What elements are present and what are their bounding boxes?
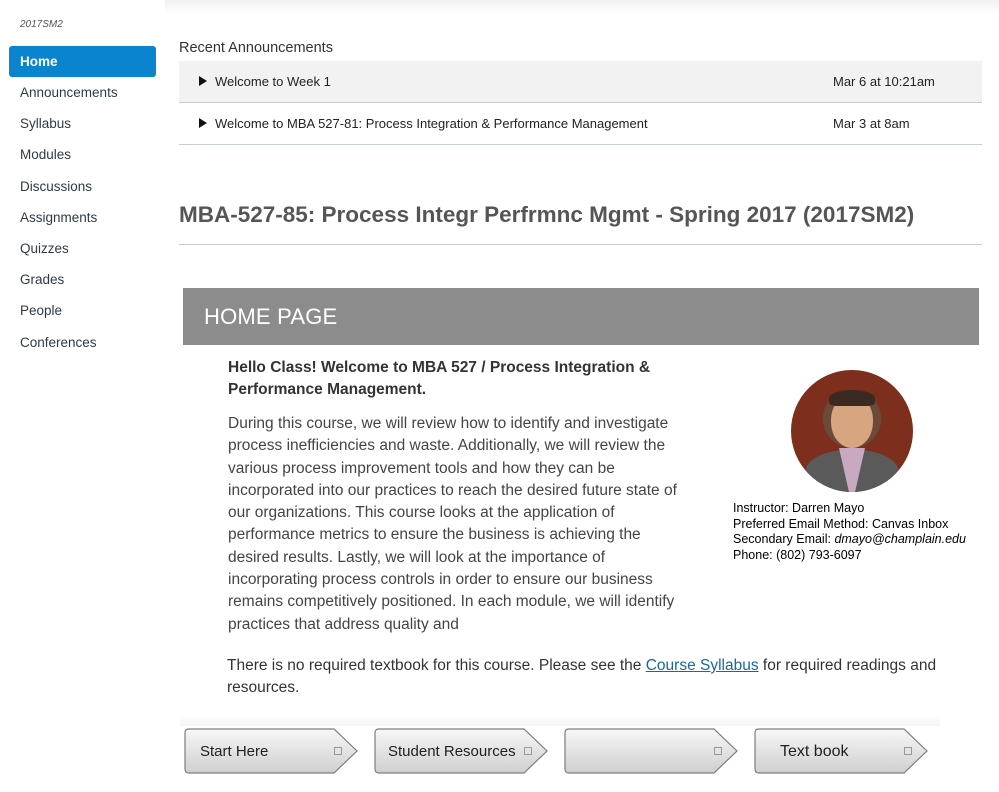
recent-announcements-heading: Recent Announcements [179, 40, 333, 56]
secondary-email-line: Secondary Email: dmayo@champlain.edu [733, 532, 966, 548]
announcement-title[interactable]: Welcome to MBA 527-81: Process Integrati… [215, 116, 648, 131]
announcement-date: Mar 3 at 8am [833, 116, 910, 131]
welcome-heading: Hello Class! Welcome to MBA 527 / Proces… [228, 359, 651, 398]
sidebar-item-conferences[interactable]: Conferences [9, 327, 156, 358]
sidebar-item-people[interactable]: People [9, 295, 156, 326]
external-link-icon [524, 747, 532, 755]
photo-hair [829, 390, 875, 406]
expand-triangle-icon[interactable] [199, 118, 207, 128]
announcement-row[interactable]: Welcome to Week 1 Mar 6 at 10:21am [179, 61, 982, 103]
external-link-icon [334, 747, 342, 755]
blank-arrow-button[interactable] [564, 728, 738, 774]
student-resources-button[interactable]: Student Resources [374, 728, 548, 774]
instructor-phone: Phone: (802) 793-6097 [733, 547, 862, 562]
announcement-row[interactable]: Welcome to MBA 527-81: Process Integrati… [179, 103, 982, 145]
course-description: During this course, we will review how t… [228, 415, 677, 633]
term-label: 2017SM2 [20, 19, 63, 30]
expand-triangle-icon[interactable] [199, 76, 207, 86]
sidebar-item-discussions[interactable]: Discussions [9, 171, 156, 202]
banner-title: HOME PAGE [204, 304, 338, 329]
secondary-email-label: Secondary Email: [733, 532, 835, 546]
button-label: Start Here [200, 743, 269, 760]
course-syllabus-link[interactable]: Course Syllabus [646, 657, 759, 674]
announcement-date: Mar 6 at 10:21am [833, 74, 935, 89]
sidebar-item-grades[interactable]: Grades [9, 264, 156, 295]
sidebar-item-quizzes[interactable]: Quizzes [9, 233, 156, 264]
button-label: Student Resources [388, 743, 516, 760]
textbook-note: There is no required textbook for this c… [227, 655, 977, 699]
instructor-photo [791, 370, 913, 492]
textbook-note-before: There is no required textbook for this c… [227, 657, 646, 674]
course-nav: Home Announcements Syllabus Modules Disc… [9, 46, 156, 358]
sidebar-item-syllabus[interactable]: Syllabus [9, 108, 156, 139]
instructor-info: Instructor: Darren Mayo Preferred Email … [733, 501, 966, 563]
text-book-button[interactable]: Text book [754, 728, 928, 774]
button-row-background [180, 716, 940, 726]
sidebar-item-assignments[interactable]: Assignments [9, 202, 156, 233]
sidebar-item-home[interactable]: Home [9, 46, 156, 77]
home-page-banner: HOME PAGE [183, 288, 979, 345]
secondary-email: dmayo@champlain.edu [834, 532, 966, 546]
start-here-button[interactable]: Start Here [184, 728, 358, 774]
sidebar-item-announcements[interactable]: Announcements [9, 77, 156, 108]
preferred-email-method: Preferred Email Method: Canvas Inbox [733, 516, 949, 531]
button-label: Text book [780, 743, 849, 760]
divider [179, 244, 982, 245]
external-link-icon [904, 747, 912, 755]
course-sidebar: 2017SM2 Home Announcements Syllabus Modu… [0, 0, 165, 792]
external-link-icon [714, 747, 722, 755]
announcement-title[interactable]: Welcome to Week 1 [215, 74, 331, 89]
sidebar-item-modules[interactable]: Modules [9, 139, 156, 170]
instructor-name: Instructor: Darren Mayo [733, 501, 865, 515]
course-title: MBA-527-85: Process Integr Perfrmnc Mgmt… [179, 202, 915, 227]
